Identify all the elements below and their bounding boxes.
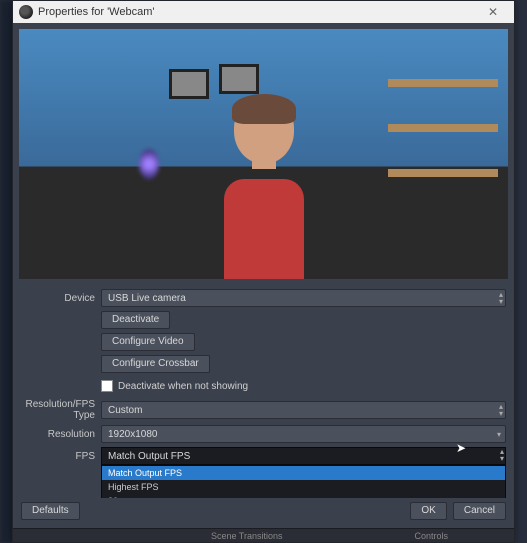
fps-select[interactable]: Match Output FPS ▴▾ ➤ <box>101 447 506 465</box>
footer-scene-transitions: Scene Transitions <box>211 531 283 541</box>
fps-option[interactable]: 30 <box>102 494 505 498</box>
spinner-icon: ▴▾ <box>499 403 503 417</box>
preview-area <box>13 23 514 285</box>
fps-option[interactable]: Match Output FPS <box>102 466 505 480</box>
device-select[interactable]: USB Live camera ▴▾ <box>101 289 506 307</box>
spinner-icon: ▴▾ <box>499 291 503 305</box>
chevron-down-icon: ▾ <box>497 430 501 439</box>
defaults-button[interactable]: Defaults <box>21 502 80 520</box>
close-icon[interactable]: ✕ <box>478 5 508 19</box>
webcam-preview <box>19 29 508 279</box>
label-resolution: Resolution <box>21 429 101 440</box>
res-fps-type-value: Custom <box>108 405 142 416</box>
deactivate-not-showing-label: Deactivate when not showing <box>118 381 248 392</box>
resolution-select[interactable]: 1920x1080 ▾ <box>101 425 506 443</box>
ok-button[interactable]: OK <box>410 502 446 520</box>
dialog-button-bar: Defaults OK Cancel <box>13 498 514 528</box>
label-fps: FPS <box>21 451 101 462</box>
fps-dropdown-list: Match Output FPS Highest FPS 30 5 <box>101 465 506 498</box>
titlebar: Properties for 'Webcam' ✕ <box>13 1 514 23</box>
device-value: USB Live camera <box>108 293 186 304</box>
main-window-footer: Scene Transitions Controls <box>13 528 514 542</box>
resolution-fps-type-select[interactable]: Custom ▴▾ <box>101 401 506 419</box>
window-title: Properties for 'Webcam' <box>38 6 478 18</box>
label-res-fps-type: Resolution/FPS Type <box>21 399 101 421</box>
form-area: Device USB Live camera ▴▾ Deactivate Con… <box>13 285 514 498</box>
resolution-value: 1920x1080 <box>108 429 158 440</box>
fps-value: Match Output FPS <box>108 451 190 462</box>
cursor-icon: ➤ <box>456 441 466 455</box>
label-device: Device <box>21 293 101 304</box>
deactivate-button[interactable]: Deactivate <box>101 311 170 329</box>
deactivate-not-showing-checkbox[interactable] <box>101 380 113 392</box>
fps-option[interactable]: Highest FPS <box>102 480 505 494</box>
properties-dialog: Properties for 'Webcam' ✕ Device USB Liv… <box>12 0 515 543</box>
footer-controls: Controls <box>414 531 448 541</box>
configure-crossbar-button[interactable]: Configure Crossbar <box>101 355 210 373</box>
cancel-button[interactable]: Cancel <box>453 502 506 520</box>
configure-video-button[interactable]: Configure Video <box>101 333 195 351</box>
obs-icon <box>19 5 33 19</box>
spinner-icon: ▴▾ <box>500 448 504 462</box>
